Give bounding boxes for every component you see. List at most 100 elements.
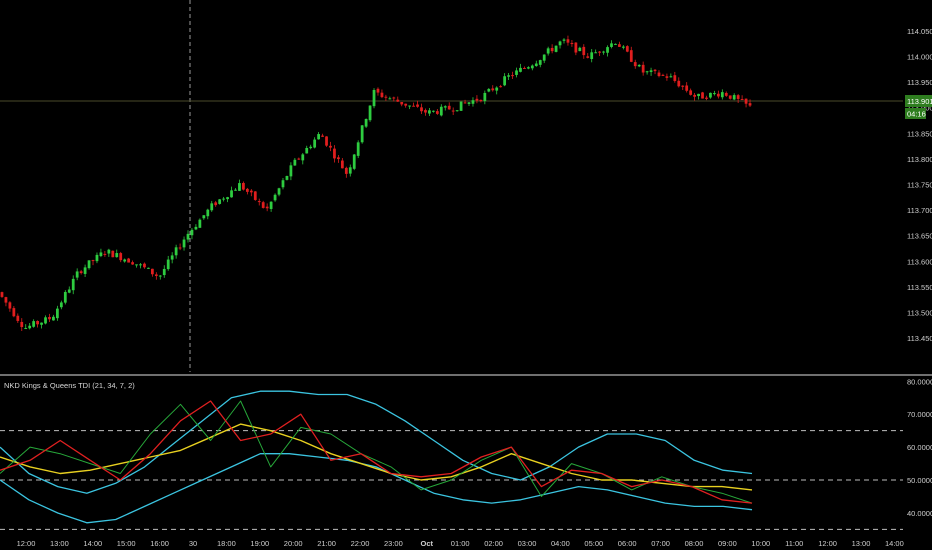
indicator-tick-label: 40.00000 [907,509,932,518]
candle-body [618,44,621,47]
candle-body [526,67,530,69]
candle-body [705,97,708,99]
time-tick-label: 02:00 [484,539,503,548]
time-tick-label: 03:00 [518,539,537,548]
time-tick-label: 23:00 [384,539,403,548]
indicator-tick-label: 50.00000 [907,476,932,485]
candle-body [570,42,574,45]
time-tick-label: 09:00 [718,539,737,548]
candle-body [83,267,87,274]
candle-body [515,70,518,75]
price-tick-label: 113.550 [907,283,932,292]
time-tick-label: 10:00 [751,539,770,548]
last-price-label: 113.901 [907,97,932,106]
candle-body [16,315,20,321]
candle-body [364,118,368,127]
candle-body [87,260,91,269]
candle-body [8,302,12,309]
candle-body [716,93,720,97]
price-tick-label: 114.050 [907,27,932,36]
candle-body [202,215,206,219]
candle-body [471,100,475,104]
candle-body [657,72,661,77]
candle-body [459,101,463,111]
candle-body [238,183,241,191]
candle-body [625,46,629,52]
candle-body [170,255,174,260]
candle-body [214,202,218,206]
candle-body [542,54,546,61]
candle-body [301,154,305,161]
indicator-tick-label: 60.00000 [907,443,932,452]
candle-body [562,39,566,41]
candle-body [174,247,178,256]
candle-body [380,92,384,98]
candle-body [420,107,423,112]
candle-body [368,105,372,121]
candle-body [681,85,685,87]
time-tick-label: 20:00 [284,539,303,548]
candle-body [206,209,210,217]
candle-body [36,320,39,325]
candle-body [277,188,281,195]
candle-body [293,159,297,166]
time-tick-label: 06:00 [618,539,637,548]
candle-body [119,253,123,261]
candle-body [261,202,265,208]
candle-body [44,317,47,324]
candle-body [693,94,696,97]
candle-body [59,302,63,308]
candle-body [162,268,166,276]
candle-body [166,259,170,270]
candle-body [139,264,142,266]
candle-body [28,325,32,329]
candle-body [289,165,293,177]
time-tick-label: 07:00 [651,539,670,548]
candle-body [519,67,522,72]
time-tick-label: 14:00 [83,539,102,548]
candle-body [447,105,451,110]
candle-body [534,63,538,67]
candle-body [748,103,752,106]
candle-body [685,85,689,91]
candle-body [154,274,158,276]
candle-body [713,93,716,95]
candle-body [0,292,4,297]
candle-body [412,105,415,107]
candle-body [158,275,162,277]
candle-body [614,43,617,45]
candle-body [20,321,24,328]
candle-body [348,167,352,174]
candle-body [372,90,376,107]
candle-body [230,190,233,198]
candle-body [566,39,570,43]
time-tick-label: 14:00 [885,539,904,548]
candle-body [530,65,534,69]
trading-chart[interactable]: 114.050114.000113.950113.900113.850113.8… [0,0,932,550]
price-tick-label: 113.500 [907,309,932,318]
candle-body [479,99,483,102]
candle-body [71,278,75,291]
candle-body [249,190,253,193]
candle-body [4,297,8,303]
candle-body [75,271,79,278]
candle-body [198,219,202,228]
candle-body [645,71,649,73]
time-tick-label: 21:00 [317,539,336,548]
candle-body [285,176,289,180]
candle-body [709,92,712,98]
candle-body [190,229,194,236]
candle-body [404,103,408,106]
candle-body [317,134,320,140]
candle-body [376,88,380,93]
candle-body [127,258,131,263]
candle-body [150,268,154,275]
candle-body [428,110,431,114]
price-tick-label: 114.000 [907,52,932,61]
candle-body [744,98,748,104]
candle-body [115,253,119,258]
candle-body [487,88,491,92]
time-tick-label: 30 [189,539,197,548]
candle-body [602,51,605,53]
candle-body [439,106,443,116]
